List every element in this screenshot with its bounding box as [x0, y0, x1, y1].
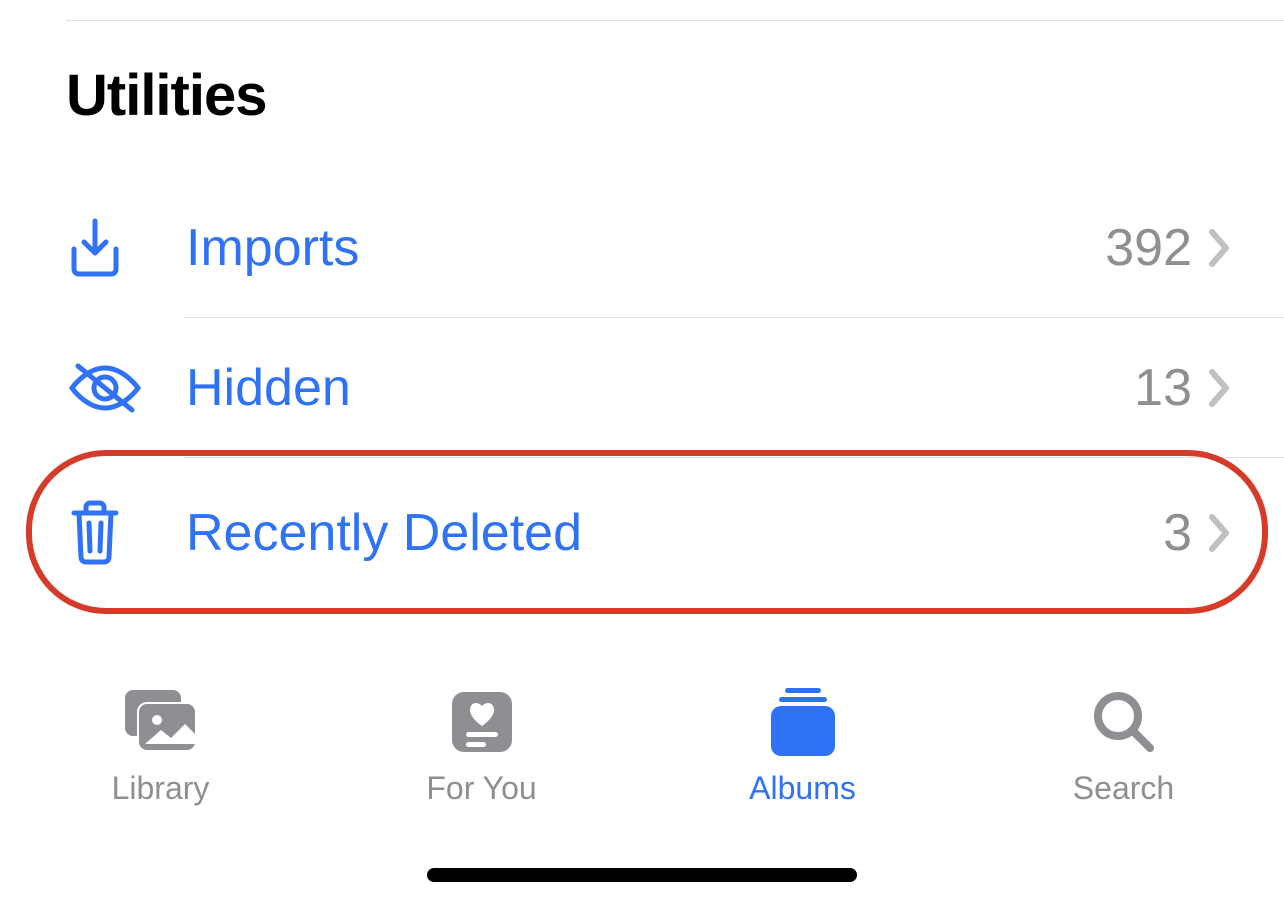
chevron-right-icon: [1208, 513, 1232, 553]
search-icon: [1090, 686, 1158, 758]
row-recently-deleted-count: 3: [1163, 503, 1192, 563]
top-divider: [66, 20, 1284, 21]
trash-icon: [66, 499, 156, 567]
row-recently-deleted-label: Recently Deleted: [156, 503, 1163, 563]
tab-search-label: Search: [1073, 770, 1174, 807]
row-imports[interactable]: Imports 392: [0, 178, 1284, 318]
row-imports-label: Imports: [156, 218, 1105, 278]
row-hidden[interactable]: Hidden 13: [0, 318, 1284, 458]
tab-library-label: Library: [112, 770, 210, 807]
foryou-icon: [448, 686, 516, 758]
row-hidden-count: 13: [1134, 358, 1192, 418]
row-hidden-label: Hidden: [156, 358, 1134, 418]
chevron-right-icon: [1208, 228, 1232, 268]
section-utilities-title: Utilities: [66, 62, 267, 129]
albums-icon: [765, 686, 841, 758]
tab-search[interactable]: Search: [963, 686, 1284, 807]
home-indicator[interactable]: [427, 868, 857, 882]
tab-albums[interactable]: Albums: [642, 686, 963, 807]
import-icon: [66, 217, 156, 279]
utilities-list: Imports 392 Hidden 13: [0, 178, 1284, 608]
row-recently-deleted[interactable]: Recently Deleted 3: [0, 458, 1284, 608]
tab-albums-label: Albums: [749, 770, 856, 807]
row-imports-count: 392: [1105, 218, 1192, 278]
tab-library[interactable]: Library: [0, 686, 321, 807]
eye-slash-icon: [66, 360, 156, 416]
library-icon: [119, 686, 203, 758]
tab-foryou-label: For You: [426, 770, 536, 807]
chevron-right-icon: [1208, 368, 1232, 408]
tab-foryou[interactable]: For You: [321, 686, 642, 807]
